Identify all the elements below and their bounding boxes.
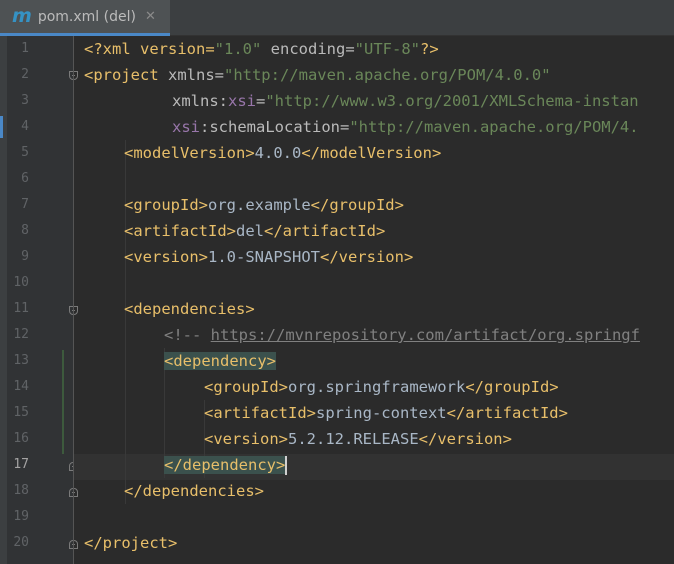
xml-token: </groupId> (465, 378, 559, 396)
line-number: 16 (13, 431, 29, 446)
xml-token: "UTF-8" (354, 40, 420, 58)
code-line-7: <groupId>org.example</groupId> (124, 192, 404, 218)
close-icon[interactable]: ✕ (145, 9, 156, 24)
maven-file-icon: m (12, 5, 32, 27)
code-line-9: <version>1.0-SNAPSHOT</version> (124, 244, 413, 270)
vcs-change-marker[interactable] (62, 350, 64, 454)
line-number: 11 (13, 301, 29, 316)
line-number: 14 (13, 379, 29, 394)
xml-token: org.springframework (288, 378, 466, 396)
xml-token: <groupId> (124, 196, 208, 214)
line-number: 7 (21, 197, 29, 212)
code-line-2: <project xmlns="http://maven.apache.org/… (84, 62, 551, 88)
line-number: 1 (21, 41, 29, 56)
code-line-3: xmlns:xsi="http://www.w3.org/2001/XMLSch… (172, 88, 639, 114)
xml-token: <dependencies> (124, 300, 255, 318)
line-number: 18 (13, 483, 29, 498)
xml-token: "1.0" (214, 40, 262, 58)
xml-token: spring-context (315, 404, 447, 422)
xml-token: <project (84, 66, 159, 84)
xml-token: xmlns= (158, 66, 224, 84)
xml-token: :schemaLocation= (200, 118, 350, 136)
code-line-16: <version>5.2.12.RELEASE</version> (204, 426, 512, 452)
code-line-13: <dependency> (164, 348, 276, 374)
xml-token: </dependencies> (124, 482, 264, 500)
line-number: 15 (13, 405, 29, 420)
xml-token: ?> (419, 40, 439, 58)
line-number: 20 (13, 535, 29, 550)
xml-token: 5.2.12.RELEASE (288, 430, 419, 448)
code-line-15: <artifactId>spring-context</artifactId> (204, 400, 568, 426)
code-line-1: <?xml version="1.0" encoding="UTF-8"?> (84, 36, 439, 62)
xml-token: encoding= (261, 40, 355, 58)
xml-token: 1.0-SNAPSHOT (208, 248, 320, 266)
code-line-17: </dependency> (164, 452, 288, 478)
tab-pom-xml[interactable]: m pom.xml (del) ✕ (0, 0, 170, 36)
line-number: 12 (13, 327, 29, 342)
xml-token: </artifactId> (446, 404, 568, 422)
code-line-5: <modelVersion>4.0.0</modelVersion> (124, 140, 441, 166)
xml-token: </groupId> (310, 196, 404, 214)
xml-token: <artifactId> (204, 404, 316, 422)
xml-token: <?xml version= (84, 40, 215, 58)
code-line-14: <groupId>org.springframework</groupId> (204, 374, 559, 400)
line-number: 9 (21, 249, 29, 264)
xml-token: del (235, 222, 264, 240)
line-number: 4 (21, 119, 29, 134)
code-line-12: <!-- https://mvnrepository.com/artifact/… (164, 322, 640, 348)
line-number: 3 (21, 93, 29, 108)
line-number: 6 (21, 171, 29, 186)
line-number-current: 17 (13, 457, 29, 472)
code-line-8: <artifactId>del</artifactId> (124, 218, 385, 244)
editor-tab-bar: m pom.xml (del) ✕ (0, 0, 674, 36)
code-line-20: </project> (84, 530, 177, 556)
line-number: 2 (21, 67, 29, 82)
xml-token: xsi (172, 118, 200, 136)
xml-token: org.example (208, 196, 311, 214)
xml-token: </version> (418, 430, 512, 448)
xml-token: xsi (228, 92, 256, 110)
xml-token: <modelVersion> (124, 144, 255, 162)
xml-token: </modelVersion> (301, 144, 442, 162)
xml-token: "http://maven.apache.org/POM/4. (349, 118, 639, 136)
xml-token: <version> (204, 430, 288, 448)
xml-token: "http://maven.apache.org/POM/4.0.0" (223, 66, 551, 84)
xml-token: = (256, 92, 266, 110)
line-number: 5 (21, 145, 29, 160)
xml-token: </artifactId> (263, 222, 386, 240)
matched-tag: <dependency> (164, 352, 276, 370)
tool-window-strip (0, 36, 7, 564)
line-number: 13 (13, 353, 29, 368)
xml-token: <groupId> (204, 378, 288, 396)
line-number: 8 (21, 223, 29, 238)
xml-token: </version> (319, 248, 414, 266)
line-number: 19 (13, 509, 29, 524)
code-editor[interactable]: <?xml version="1.0" encoding="UTF-8"?> <… (74, 36, 674, 564)
comment-link[interactable]: https://mvnrepository.com/artifact/org.s… (211, 326, 640, 344)
tab-title: pom.xml (del) (37, 8, 136, 25)
tool-window-marker[interactable] (0, 116, 3, 138)
xml-token: </project> (84, 534, 178, 552)
matched-tag: </dependency> (164, 456, 286, 474)
xml-token: 4.0.0 (254, 144, 302, 162)
xml-token: xmlns: (172, 92, 228, 110)
xml-token: <artifactId> (124, 222, 236, 240)
code-line-11: <dependencies> (124, 296, 255, 322)
line-number-gutter[interactable]: 1 2 3 4 5 6 7 8 9 10 11 12 13 14 15 16 1… (7, 36, 78, 564)
xml-token: "http://www.w3.org/2001/XMLSchema-instan (265, 92, 639, 110)
code-line-18: </dependencies> (124, 478, 264, 504)
xml-token: <version> (124, 248, 208, 266)
line-number: 10 (13, 275, 29, 290)
text-caret (285, 456, 288, 475)
code-line-4: xsi:schemaLocation="http://maven.apache.… (172, 114, 639, 140)
xml-token: <!-- (164, 326, 211, 344)
